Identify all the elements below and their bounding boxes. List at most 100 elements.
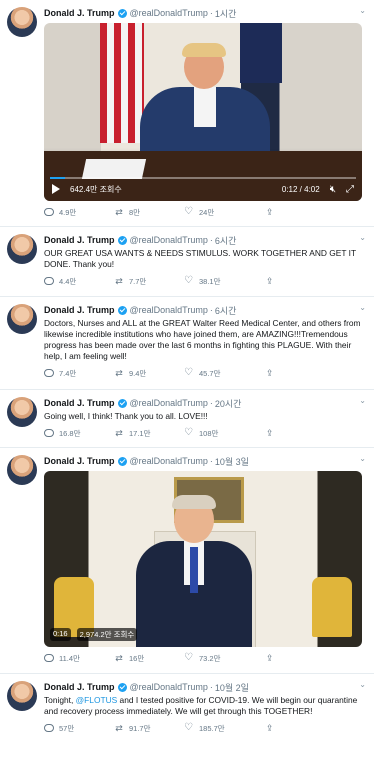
reply-button[interactable]: 4.9만	[44, 207, 114, 218]
retweet-button[interactable]: ⇄ 9.4만	[114, 368, 184, 379]
author-handle[interactable]: @realDonaldTrump	[130, 8, 208, 18]
tweet-time[interactable]: 6시간	[215, 304, 237, 317]
mention-link[interactable]: @FLOTUS	[76, 695, 118, 705]
tweet-actions: 16.8만 ⇄ 17.1만 ♡ 108만 ⇪	[44, 422, 366, 444]
like-button[interactable]: ♡ 24만	[184, 207, 254, 218]
chevron-down-icon[interactable]: ⌄	[359, 680, 366, 689]
tweet[interactable]: Donald J. Trump @realDonaldTrump · 10월 2…	[0, 674, 374, 754]
share-button[interactable]: ⇪	[266, 428, 281, 438]
tweet[interactable]: Donald J. Trump @realDonaldTrump · 10월 3…	[0, 448, 374, 674]
video-overlay: 0:16 2,974.2만 조회수	[50, 628, 138, 641]
like-button[interactable]: ♡ 185.7만	[184, 723, 254, 734]
flag-image	[100, 23, 144, 143]
share-button[interactable]: ⇪	[266, 276, 281, 286]
author-handle[interactable]: @realDonaldTrump	[130, 235, 208, 245]
chevron-down-icon[interactable]: ⌄	[359, 396, 366, 405]
avatar[interactable]	[7, 7, 37, 37]
retweet-icon: ⇄	[115, 428, 123, 438]
like-button[interactable]: ♡ 73.2만	[184, 653, 254, 664]
reply-button[interactable]: 4.4만	[44, 276, 114, 287]
author-name[interactable]: Donald J. Trump	[44, 682, 115, 692]
author-name[interactable]: Donald J. Trump	[44, 8, 115, 18]
author-name[interactable]: Donald J. Trump	[44, 398, 115, 408]
reply-button[interactable]: 11.4만	[44, 653, 114, 664]
retweet-button[interactable]: ⇄ 8만	[114, 207, 184, 218]
heart-icon: ♡	[184, 206, 193, 217]
fullscreen-icon[interactable]: ⤢	[346, 184, 354, 195]
author-name[interactable]: Donald J. Trump	[44, 305, 115, 315]
share-icon: ⇪	[266, 207, 274, 217]
tweet[interactable]: Donald J. Trump @realDonaldTrump · 6시간 ⌄…	[0, 227, 374, 297]
retweet-button[interactable]: ⇄ 17.1만	[114, 428, 184, 439]
tweet-time[interactable]: 1시간	[215, 7, 237, 20]
chevron-down-icon[interactable]: ⌄	[359, 233, 366, 242]
separator-dot: ·	[209, 8, 213, 18]
heart-icon: ♡	[184, 722, 193, 733]
video-progress-bar[interactable]	[50, 177, 356, 179]
like-button[interactable]: ♡ 45.7만	[184, 368, 254, 379]
heart-icon: ♡	[184, 652, 193, 663]
tweet-time[interactable]: 10월 3일	[215, 455, 249, 468]
avatar[interactable]	[7, 234, 37, 264]
video-duration: 0:16	[50, 628, 71, 641]
retweet-icon: ⇄	[115, 368, 123, 378]
separator-dot: ·	[209, 456, 213, 466]
author-name[interactable]: Donald J. Trump	[44, 235, 115, 245]
tweet-actions: 7.4만 ⇄ 9.4만 ♡ 45.7만 ⇪	[44, 362, 366, 384]
tweet[interactable]: Donald J. Trump @realDonaldTrump · 6시간 ⌄…	[0, 297, 374, 390]
tweet-time[interactable]: 10월 2일	[215, 681, 249, 694]
share-icon: ⇪	[266, 276, 274, 286]
tweet-time[interactable]: 20시간	[215, 397, 242, 410]
tweet-feed: Donald J. Trump @realDonaldTrump · 1시간 ⌄…	[0, 0, 374, 754]
tweet-text: Tonight, @FLOTUS and I tested positive f…	[44, 695, 366, 717]
author-name[interactable]: Donald J. Trump	[44, 456, 115, 466]
tweet-text-part: Tonight,	[44, 695, 76, 705]
share-icon: ⇪	[266, 368, 274, 378]
author-handle[interactable]: @realDonaldTrump	[130, 456, 208, 466]
like-count: 24만	[199, 207, 215, 217]
play-icon[interactable]	[52, 184, 60, 194]
tweet[interactable]: Donald J. Trump @realDonaldTrump · 1시간 ⌄…	[0, 0, 374, 227]
reply-button[interactable]: 57만	[44, 723, 114, 734]
share-button[interactable]: ⇪	[266, 653, 281, 663]
share-button[interactable]: ⇪	[266, 368, 281, 378]
retweet-button[interactable]: ⇄ 91.7만	[114, 723, 184, 734]
share-button[interactable]: ⇪	[266, 207, 281, 217]
like-button[interactable]: ♡ 108만	[184, 428, 254, 439]
tweet-video[interactable]: 0:16 2,974.2만 조회수	[44, 471, 362, 647]
author-handle[interactable]: @realDonaldTrump	[130, 682, 208, 692]
retweet-icon: ⇄	[115, 207, 123, 217]
avatar[interactable]	[7, 681, 37, 711]
author-handle[interactable]: @realDonaldTrump	[130, 398, 208, 408]
reply-icon	[44, 429, 54, 437]
reply-button[interactable]: 16.8만	[44, 428, 114, 439]
retweet-button[interactable]: ⇄ 7.7만	[114, 276, 184, 287]
author-handle[interactable]: @realDonaldTrump	[130, 305, 208, 315]
reply-icon	[44, 277, 54, 285]
chevron-down-icon[interactable]: ⌄	[359, 454, 366, 463]
retweet-count: 9.4만	[129, 368, 147, 378]
mute-icon[interactable]: 🔇︎	[330, 184, 336, 195]
verified-badge-icon	[117, 682, 127, 692]
tweet-text: Doctors, Nurses and ALL at the GREAT Wal…	[44, 318, 361, 361]
like-count: 73.2만	[199, 653, 221, 663]
chevron-down-icon[interactable]: ⌄	[359, 6, 366, 15]
chevron-down-icon[interactable]: ⌄	[359, 303, 366, 312]
like-count: 38.1만	[199, 276, 221, 286]
reply-icon	[44, 208, 54, 216]
avatar[interactable]	[7, 397, 37, 427]
avatar[interactable]	[7, 455, 37, 485]
reply-count: 16.8만	[59, 428, 81, 438]
verified-badge-icon	[117, 456, 127, 466]
tweet[interactable]: Donald J. Trump @realDonaldTrump · 20시간 …	[0, 390, 374, 448]
reply-button[interactable]: 7.4만	[44, 368, 114, 379]
share-button[interactable]: ⇪	[266, 723, 281, 733]
tweet-header: Donald J. Trump @realDonaldTrump · 1시간	[44, 6, 366, 20]
tweet-time[interactable]: 6시간	[215, 234, 237, 247]
like-count: 45.7만	[199, 368, 221, 378]
retweet-button[interactable]: ⇄ 16만	[114, 653, 184, 664]
like-button[interactable]: ♡ 38.1만	[184, 276, 254, 287]
armchair	[312, 577, 352, 637]
tweet-video[interactable]: 642.4만 조회수 0:12 / 4:02 🔇︎ ⤢	[44, 23, 362, 201]
avatar[interactable]	[7, 304, 37, 334]
